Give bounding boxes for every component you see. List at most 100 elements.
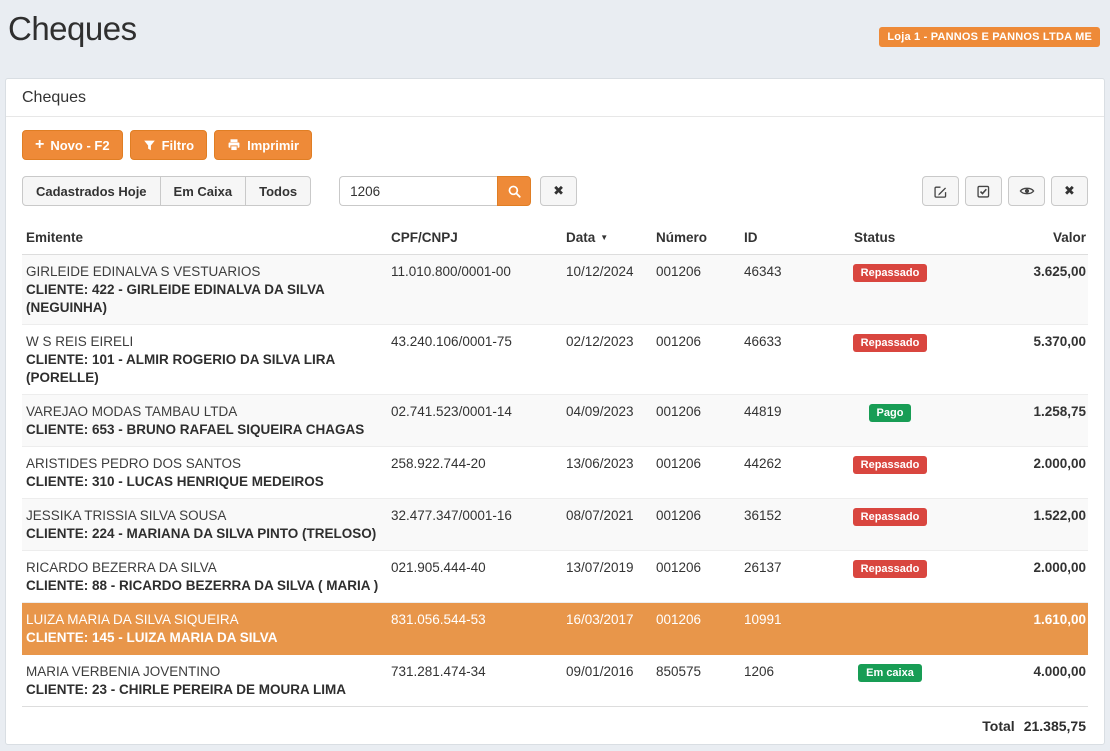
status-badge: Em caixa (858, 664, 922, 682)
sort-desc-icon: ▼ (600, 233, 608, 242)
status-cell: Repassado (850, 455, 930, 491)
pencil-square-icon (933, 184, 948, 199)
printer-icon (227, 138, 241, 152)
toolbar: + Novo - F2 Filtro Imprimir (22, 130, 1088, 160)
id-cell: 46343 (740, 263, 850, 317)
print-button[interactable]: Imprimir (214, 130, 312, 160)
funnel-icon (143, 139, 156, 152)
cliente-info: CLIENTE: 88 - RICARDO BEZERRA DA SILVA (… (26, 577, 387, 595)
cpf-cnpj-cell: 11.010.800/0001-00 (387, 263, 562, 317)
numero-cell: 001206 (652, 403, 740, 439)
status-badge: Repassado (853, 508, 928, 526)
emitente-name: VAREJAO MODAS TAMBAU LTDA (26, 403, 387, 421)
tab-em-caixa[interactable]: Em Caixa (160, 176, 247, 206)
status-badge: Repassado (853, 264, 928, 282)
col-id: ID (740, 230, 850, 245)
numero-cell: 001206 (652, 263, 740, 317)
cpf-cnpj-cell: 02.741.523/0001-14 (387, 403, 562, 439)
cpf-cnpj-cell: 32.477.347/0001-16 (387, 507, 562, 543)
search-button[interactable] (497, 176, 531, 206)
table-header: Emitente CPF/CNPJ Data▼ Número ID Status… (22, 226, 1088, 255)
store-badge[interactable]: Loja 1 - PANNOS E PANNOS LTDA ME (879, 27, 1100, 47)
cliente-info: CLIENTE: 23 - CHIRLE PEREIRA DE MOURA LI… (26, 681, 387, 699)
table-row[interactable]: RICARDO BEZERRA DA SILVA CLIENTE: 88 - R… (22, 551, 1088, 603)
numero-cell: 001206 (652, 611, 740, 647)
filter-button[interactable]: Filtro (130, 130, 208, 160)
emitente-name: GIRLEIDE EDINALVA S VESTUARIOS (26, 263, 387, 281)
table-row[interactable]: JESSIKA TRISSIA SILVA SOUSA CLIENTE: 224… (22, 499, 1088, 551)
emitente-name: JESSIKA TRISSIA SILVA SOUSA (26, 507, 387, 525)
valor-cell: 4.000,00 (930, 663, 1088, 699)
table-row[interactable]: LUIZA MARIA DA SILVA SIQUEIRA CLIENTE: 1… (22, 603, 1088, 655)
numero-cell: 001206 (652, 333, 740, 387)
cliente-info: CLIENTE: 145 - LUIZA MARIA DA SILVA (26, 629, 387, 647)
cliente-info: CLIENTE: 653 - BRUNO RAFAEL SIQUEIRA CHA… (26, 421, 387, 439)
cpf-cnpj-cell: 258.922.744-20 (387, 455, 562, 491)
id-cell: 10991 (740, 611, 850, 647)
status-cell: Repassado (850, 507, 930, 543)
col-valor: Valor (930, 230, 1088, 245)
clear-search-button[interactable]: ✖ (540, 176, 577, 206)
new-button[interactable]: + Novo - F2 (22, 130, 123, 160)
data-cell: 10/12/2024 (562, 263, 652, 317)
panel-title: Cheques (6, 79, 1104, 117)
page-header: Cheques Loja 1 - PANNOS E PANNOS LTDA ME (0, 0, 1110, 78)
valor-cell: 2.000,00 (930, 559, 1088, 595)
status-badge: Repassado (853, 334, 928, 352)
valor-cell: 1.610,00 (930, 611, 1088, 647)
emitente-name: LUIZA MARIA DA SILVA SIQUEIRA (26, 611, 387, 629)
page-title: Cheques (8, 10, 137, 48)
cliente-info: CLIENTE: 101 - ALMIR ROGERIO DA SILVA LI… (26, 351, 387, 387)
check-square-button[interactable] (965, 176, 1002, 206)
search-group (339, 176, 531, 206)
table-row[interactable]: VAREJAO MODAS TAMBAU LTDA CLIENTE: 653 -… (22, 395, 1088, 447)
cpf-cnpj-cell: 43.240.106/0001-75 (387, 333, 562, 387)
id-cell: 1206 (740, 663, 850, 699)
status-cell: Repassado (850, 559, 930, 595)
emitente-name: RICARDO BEZERRA DA SILVA (26, 559, 387, 577)
status-cell: Pago (850, 403, 930, 439)
status-cell (850, 611, 930, 647)
data-cell: 08/07/2021 (562, 507, 652, 543)
id-cell: 44262 (740, 455, 850, 491)
table-row[interactable]: W S REIS EIRELI CLIENTE: 101 - ALMIR ROG… (22, 325, 1088, 395)
eye-icon (1019, 183, 1035, 199)
x-icon: ✖ (553, 183, 564, 199)
search-icon (507, 184, 522, 199)
table-body: GIRLEIDE EDINALVA S VESTUARIOS CLIENTE: … (22, 255, 1088, 707)
emitente-name: ARISTIDES PEDRO DOS SANTOS (26, 455, 387, 473)
col-data[interactable]: Data▼ (562, 230, 652, 245)
close-button[interactable]: ✖ (1051, 176, 1088, 206)
id-cell: 26137 (740, 559, 850, 595)
data-cell: 09/01/2016 (562, 663, 652, 699)
valor-cell: 5.370,00 (930, 333, 1088, 387)
col-status: Status (850, 230, 930, 245)
edit-button[interactable] (922, 176, 959, 206)
cliente-info: CLIENTE: 224 - MARIANA DA SILVA PINTO (T… (26, 525, 387, 543)
tab-cadastrados-hoje[interactable]: Cadastrados Hoje (22, 176, 161, 206)
data-cell: 16/03/2017 (562, 611, 652, 647)
status-badge: Repassado (853, 456, 928, 474)
total-value: 21.385,75 (1024, 718, 1086, 734)
view-button[interactable] (1008, 176, 1045, 206)
id-cell: 44819 (740, 403, 850, 439)
cpf-cnpj-cell: 831.056.544-53 (387, 611, 562, 647)
row-action-buttons: ✖ (922, 176, 1088, 206)
cheques-table: Emitente CPF/CNPJ Data▼ Número ID Status… (22, 226, 1088, 734)
filter-row: Cadastrados Hoje Em Caixa Todos ✖ (22, 176, 1088, 206)
table-row[interactable]: GIRLEIDE EDINALVA S VESTUARIOS CLIENTE: … (22, 255, 1088, 325)
status-cell: Em caixa (850, 663, 930, 699)
total-row: Total21.385,75 (22, 706, 1088, 734)
emitente-name: MARIA VERBENIA JOVENTINO (26, 663, 387, 681)
table-row[interactable]: MARIA VERBENIA JOVENTINO CLIENTE: 23 - C… (22, 655, 1088, 707)
table-row[interactable]: ARISTIDES PEDRO DOS SANTOS CLIENTE: 310 … (22, 447, 1088, 499)
valor-cell: 1.258,75 (930, 403, 1088, 439)
status-cell: Repassado (850, 333, 930, 387)
tab-todos[interactable]: Todos (245, 176, 311, 206)
search-input[interactable] (339, 176, 497, 206)
cheques-panel: Cheques + Novo - F2 Filtro (5, 78, 1105, 745)
col-emitente: Emitente (22, 230, 387, 245)
valor-cell: 1.522,00 (930, 507, 1088, 543)
status-badge: Pago (869, 404, 912, 422)
cpf-cnpj-cell: 731.281.474-34 (387, 663, 562, 699)
